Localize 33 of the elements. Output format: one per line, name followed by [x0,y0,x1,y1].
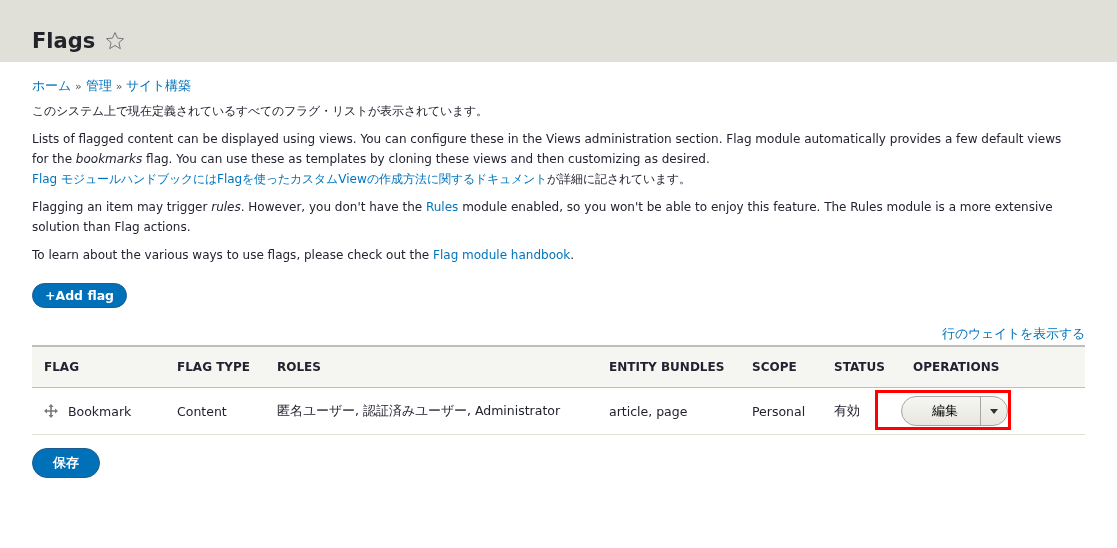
text-link[interactable]: Flag モジュールハンドブックにはFlagを使ったカスタムViewの作成方法に関するドキュメント [32,172,547,186]
table-cell: Content [165,387,265,435]
column-header: SCOPE [740,346,822,388]
table-cell: article, page [597,387,740,435]
page-title: Flags [32,29,96,53]
description-paragraph: Lists of flagged content can be displayed using views. You can configure these in the Views administration section. Flag module automatically provides a few default views for the bookmarks flag. You can use these as templates by cloning these views and then customizing as desired. Flag モジュールハンドブックにはFlagを使ったカスタムViewの作成方法に関するドキュメント が詳細に記されています。 [32,131,1063,188]
breadcrumb-link[interactable]: 管理 [85,78,112,95]
description-paragraph: Flagging an item may trigger rules. However, you don't have the Rules module enabled, so you won't be able to enjoy this feature. The Rules module is a more extensive solution than Flag actions. [32,199,1054,236]
table-cell: 有効 [822,387,901,435]
caret-icon [990,408,998,414]
description-paragraph: このシステム上で現在定義されているすべてのフラグ・リストが表示されています。 [32,103,489,120]
column-header: FLAG [32,346,165,388]
column-header: ENTITY BUNDLES [597,346,740,388]
column-header: FLAG TYPE [165,346,265,388]
breadcrumb-separator: » [115,80,123,93]
table-cell: Bookmark [68,403,132,419]
show-row-weights-link[interactable]: 行のウェイトを表示する [942,326,1085,343]
column-header: STATUS [822,346,901,388]
save-button[interactable]: 保存 [32,448,100,478]
add-flag-button[interactable]: +Add flag [32,283,128,308]
table-cell: 匿名ユーザー, 認証済みユーザー, Administrator [265,387,597,435]
drag-handle-icon[interactable] [44,404,58,418]
column-header: ROLES [265,346,597,388]
breadcrumb-link[interactable]: ホーム [32,78,71,95]
star-icon[interactable] [105,31,126,51]
breadcrumb-separator: » [75,80,82,93]
operations-dropbutton[interactable]: 編集 [901,396,1008,426]
table-cell: Personal [740,387,822,435]
text-link[interactable]: Rules [425,200,459,214]
edit-button[interactable]: 編集 [902,397,981,425]
column-header: OPERATIONS [901,346,1085,388]
description-paragraph: To learn about the various ways to use flags, please check out the Flag module handbook. [32,247,576,264]
breadcrumb-link[interactable]: サイト構築 [126,78,192,95]
